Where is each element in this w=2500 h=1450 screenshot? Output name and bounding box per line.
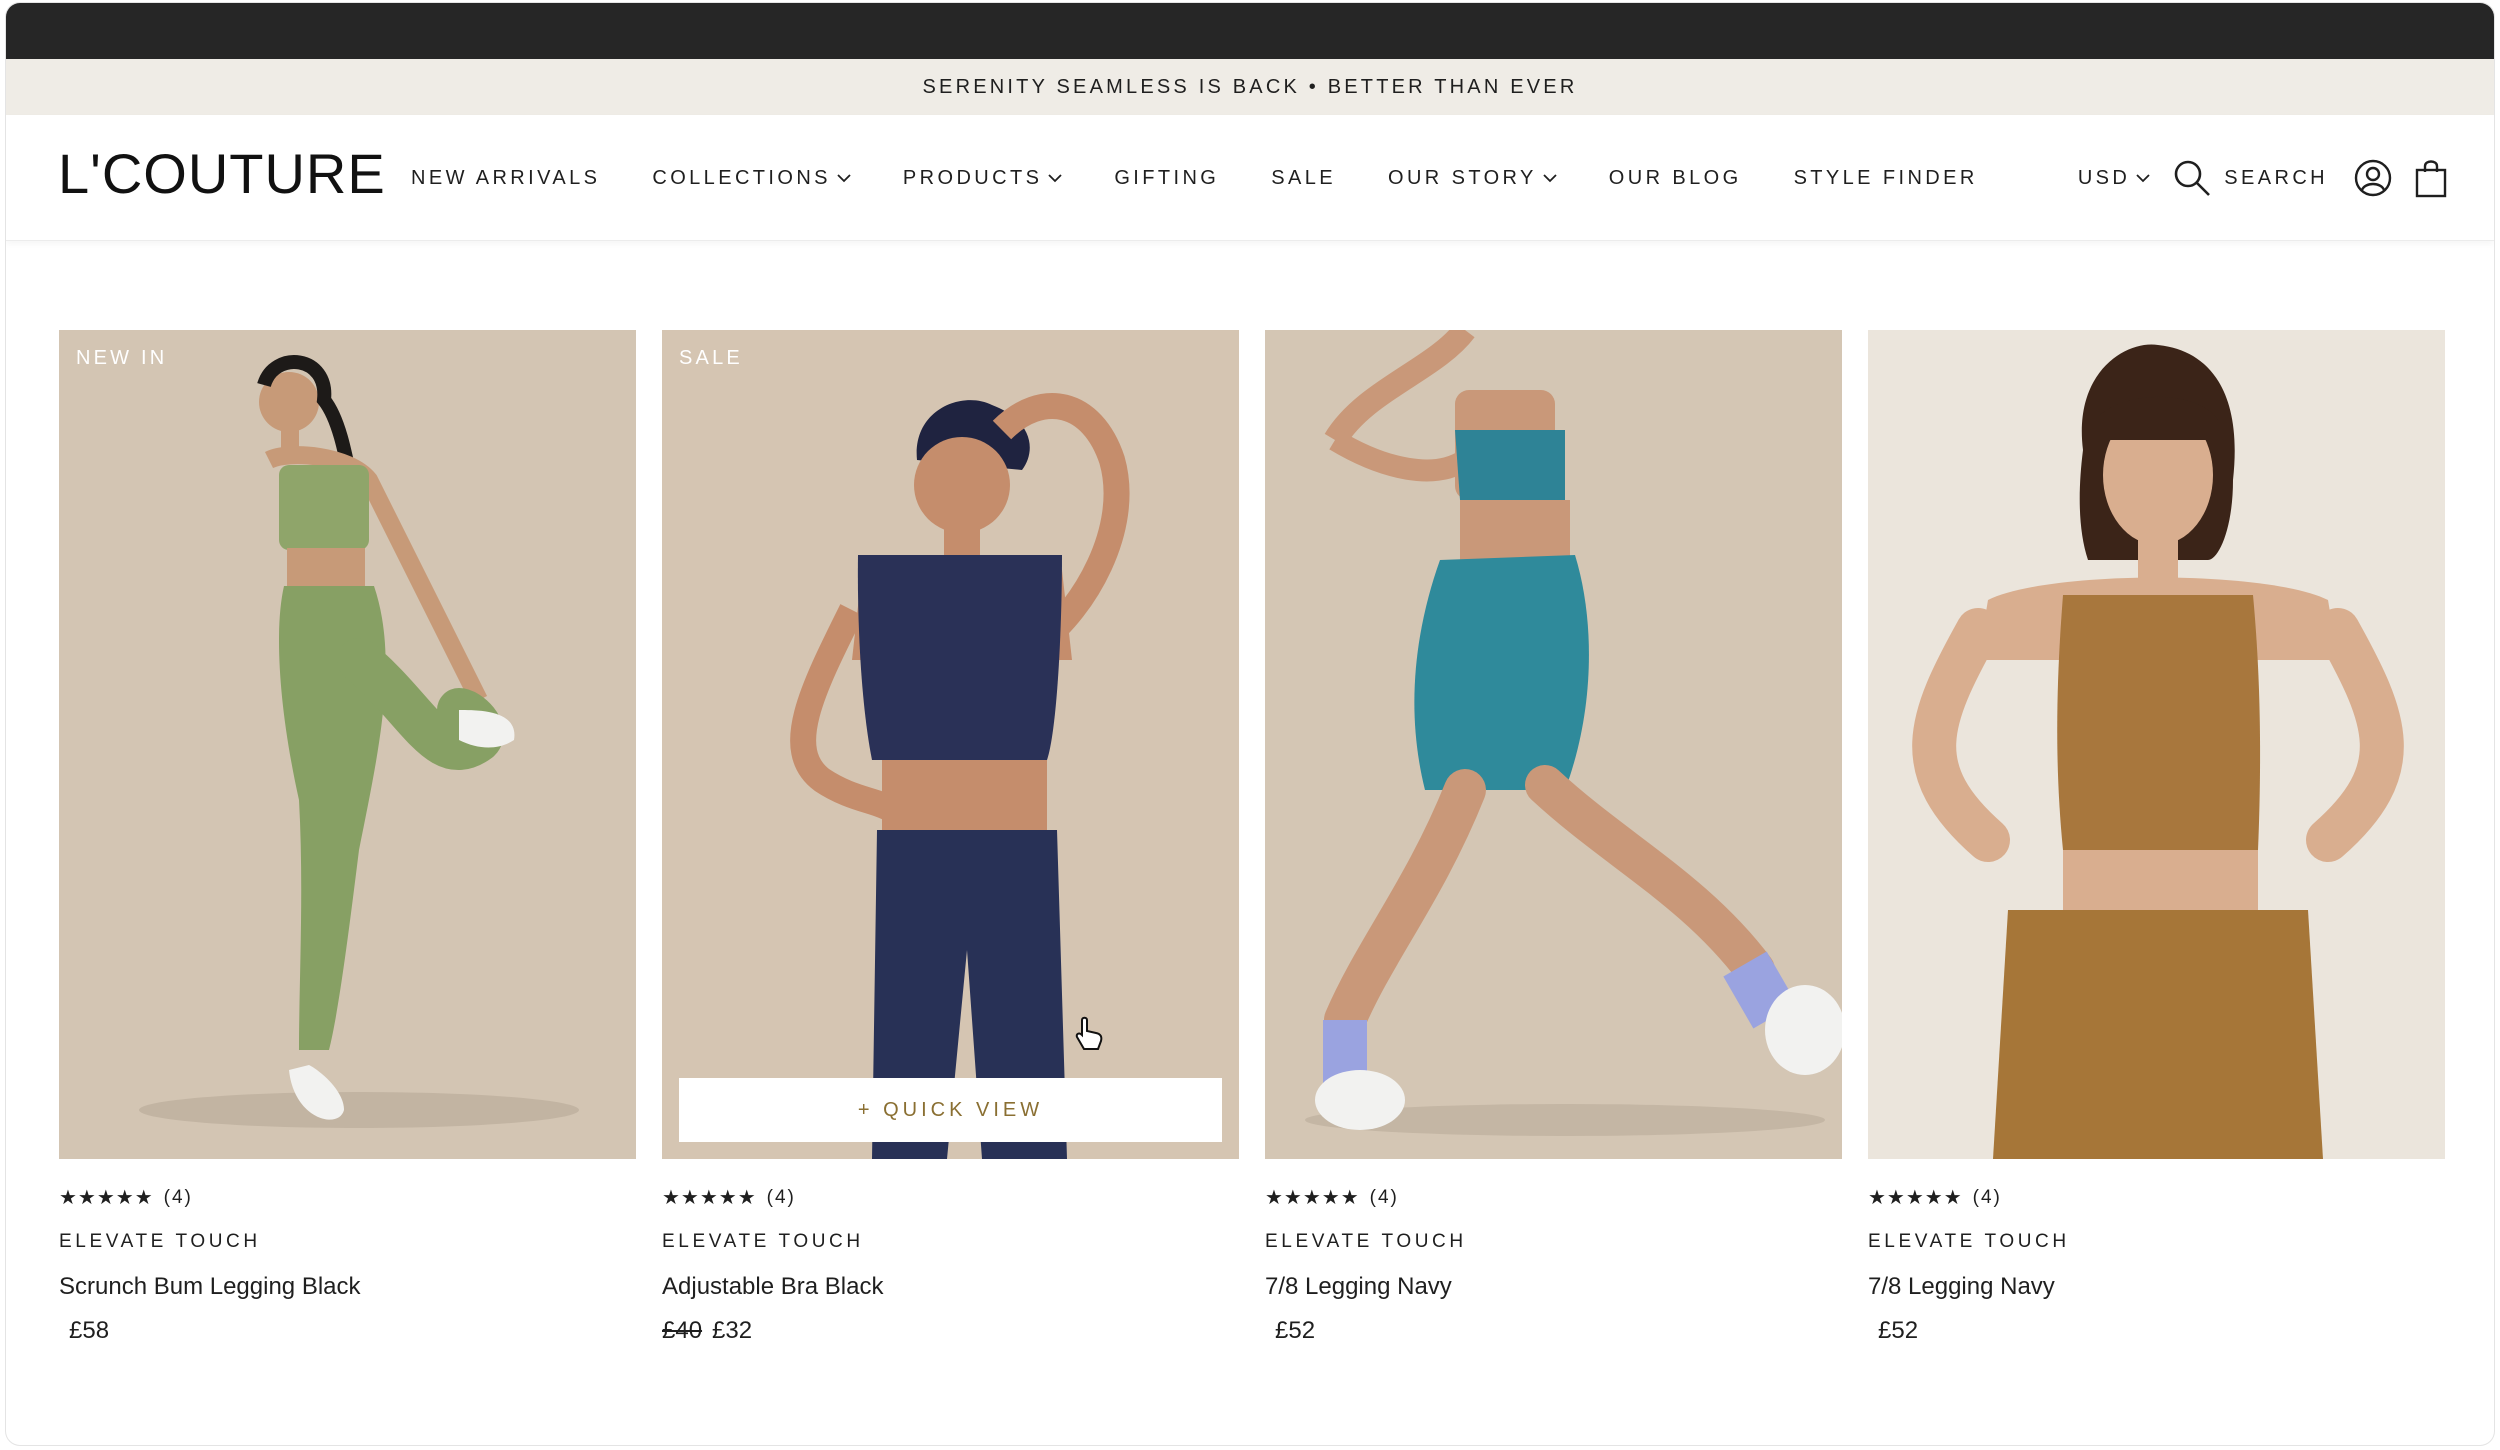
product-name[interactable]: 7/8 Legging Navy xyxy=(1868,1273,2445,1301)
model-photo xyxy=(59,330,636,1159)
bag-icon xyxy=(2415,160,2447,198)
header-tools: USD SEARCH xyxy=(2078,115,2448,241)
review-count: (4) xyxy=(1972,1186,2002,1208)
product-rating[interactable]: ★★★★★ (4) xyxy=(59,1185,636,1210)
product-old-price: £40 xyxy=(662,1317,703,1344)
product-price: £58 xyxy=(59,1317,636,1345)
product-current-price: £52 xyxy=(1878,1317,1919,1344)
model-photo xyxy=(1868,330,2445,1159)
search-icon xyxy=(2174,160,2211,196)
product-price: £40 £32 xyxy=(662,1317,1239,1345)
model-photo xyxy=(1265,330,1842,1159)
nav-label: STYLE FINDER xyxy=(1793,166,1978,189)
review-count: (4) xyxy=(1369,1186,1399,1208)
nav-collections[interactable]: COLLECTIONS xyxy=(652,167,851,190)
model-photo xyxy=(662,330,1239,1159)
product-image[interactable] xyxy=(1868,330,2445,1159)
nav-label: COLLECTIONS xyxy=(652,166,831,189)
site-logo[interactable]: L'COUTURE xyxy=(58,141,386,206)
product-current-price: £52 xyxy=(1275,1317,1316,1344)
chevron-down-icon xyxy=(2136,174,2150,183)
product-image[interactable]: SALE + QUICK VIEW xyxy=(662,330,1239,1159)
product-name[interactable]: Scrunch Bum Legging Black xyxy=(59,1273,636,1301)
cart-button[interactable] xyxy=(2414,158,2448,198)
announcement-bar: SERENITY SEAMLESS IS BACK • BETTER THAN … xyxy=(6,59,2494,115)
product-card[interactable]: NEW IN ★★★★★ (4) ELEVATE TOUCH Scrunch B… xyxy=(59,330,636,1345)
product-brand: ELEVATE TOUCH xyxy=(59,1231,261,1252)
nav-label: OUR STORY xyxy=(1388,166,1537,189)
nav-gifting[interactable]: GIFTING xyxy=(1114,167,1219,190)
nav-products[interactable]: PRODUCTS xyxy=(903,167,1062,190)
product-badge: NEW IN xyxy=(76,347,168,369)
review-count: (4) xyxy=(163,1186,193,1208)
nav-our-blog[interactable]: OUR BLOG xyxy=(1609,167,1742,190)
product-name[interactable]: 7/8 Legging Navy xyxy=(1265,1273,1842,1301)
product-price: £52 xyxy=(1265,1317,1842,1345)
rating-stars: ★★★★★ xyxy=(662,1187,757,1209)
product-grid: NEW IN ★★★★★ (4) ELEVATE TOUCH Scrunch B… xyxy=(59,330,2445,1345)
nav-label: NEW ARRIVALS xyxy=(411,166,601,189)
search-label: SEARCH xyxy=(2224,166,2328,189)
product-image[interactable] xyxy=(1265,330,1842,1159)
product-rating[interactable]: ★★★★★ (4) xyxy=(662,1185,1239,1210)
hand-cursor-icon xyxy=(1075,1016,1103,1050)
product-rating[interactable]: ★★★★★ (4) xyxy=(1265,1185,1842,1210)
rating-stars: ★★★★★ xyxy=(1868,1187,1963,1209)
rating-stars: ★★★★★ xyxy=(59,1187,154,1209)
nav-our-story[interactable]: OUR STORY xyxy=(1388,167,1557,190)
product-card[interactable]: ★★★★★ (4) ELEVATE TOUCH 7/8 Legging Navy… xyxy=(1265,330,1842,1345)
browser-top-bar xyxy=(6,3,2494,59)
product-brand: ELEVATE TOUCH xyxy=(662,1231,864,1252)
nav-label: SALE xyxy=(1271,166,1336,189)
announcement-text: SERENITY SEAMLESS IS BACK • BETTER THAN … xyxy=(922,75,1578,98)
site-header: L'COUTURE NEW ARRIVALS COLLECTIONS PRODU… xyxy=(6,115,2494,241)
product-image[interactable]: NEW IN xyxy=(59,330,636,1159)
nav-sale[interactable]: SALE xyxy=(1271,167,1336,190)
currency-selector[interactable]: USD xyxy=(2078,167,2150,190)
nav-new-arrivals[interactable]: NEW ARRIVALS xyxy=(411,167,600,190)
nav-style-finder[interactable]: STYLE FINDER xyxy=(1794,167,1978,190)
product-rating[interactable]: ★★★★★ (4) xyxy=(1868,1185,2445,1210)
chevron-down-icon xyxy=(837,174,851,183)
quick-view-button[interactable]: + QUICK VIEW xyxy=(679,1078,1222,1142)
product-price: £52 xyxy=(1868,1317,2445,1345)
product-brand: ELEVATE TOUCH xyxy=(1868,1231,2070,1252)
product-brand: ELEVATE TOUCH xyxy=(1265,1231,1467,1252)
product-badge: SALE xyxy=(679,347,743,369)
product-current-price: £32 xyxy=(712,1317,753,1344)
product-card[interactable]: SALE + QUICK VIEW ★★★★★ (4) ELEVATE TOUC… xyxy=(662,330,1239,1345)
product-name[interactable]: Adjustable Bra Black xyxy=(662,1273,1239,1301)
browser-frame: SERENITY SEAMLESS IS BACK • BETTER THAN … xyxy=(6,3,2494,1445)
main-nav: NEW ARRIVALS COLLECTIONS PRODUCTS GIFTIN… xyxy=(411,115,2030,241)
product-card[interactable]: ★★★★★ (4) ELEVATE TOUCH 7/8 Legging Navy… xyxy=(1868,330,2445,1345)
currency-label: USD xyxy=(2077,166,2131,189)
nav-label: OUR BLOG xyxy=(1608,166,1742,189)
nav-label: PRODUCTS xyxy=(902,166,1043,189)
chevron-down-icon xyxy=(1048,174,1062,183)
review-count: (4) xyxy=(766,1186,796,1208)
nav-label: GIFTING xyxy=(1114,166,1220,189)
search-button[interactable]: SEARCH xyxy=(2172,158,2328,198)
account-button[interactable] xyxy=(2354,159,2392,197)
chevron-down-icon xyxy=(1543,174,1557,183)
account-icon xyxy=(2354,159,2392,197)
product-current-price: £58 xyxy=(69,1317,110,1344)
rating-stars: ★★★★★ xyxy=(1265,1187,1360,1209)
